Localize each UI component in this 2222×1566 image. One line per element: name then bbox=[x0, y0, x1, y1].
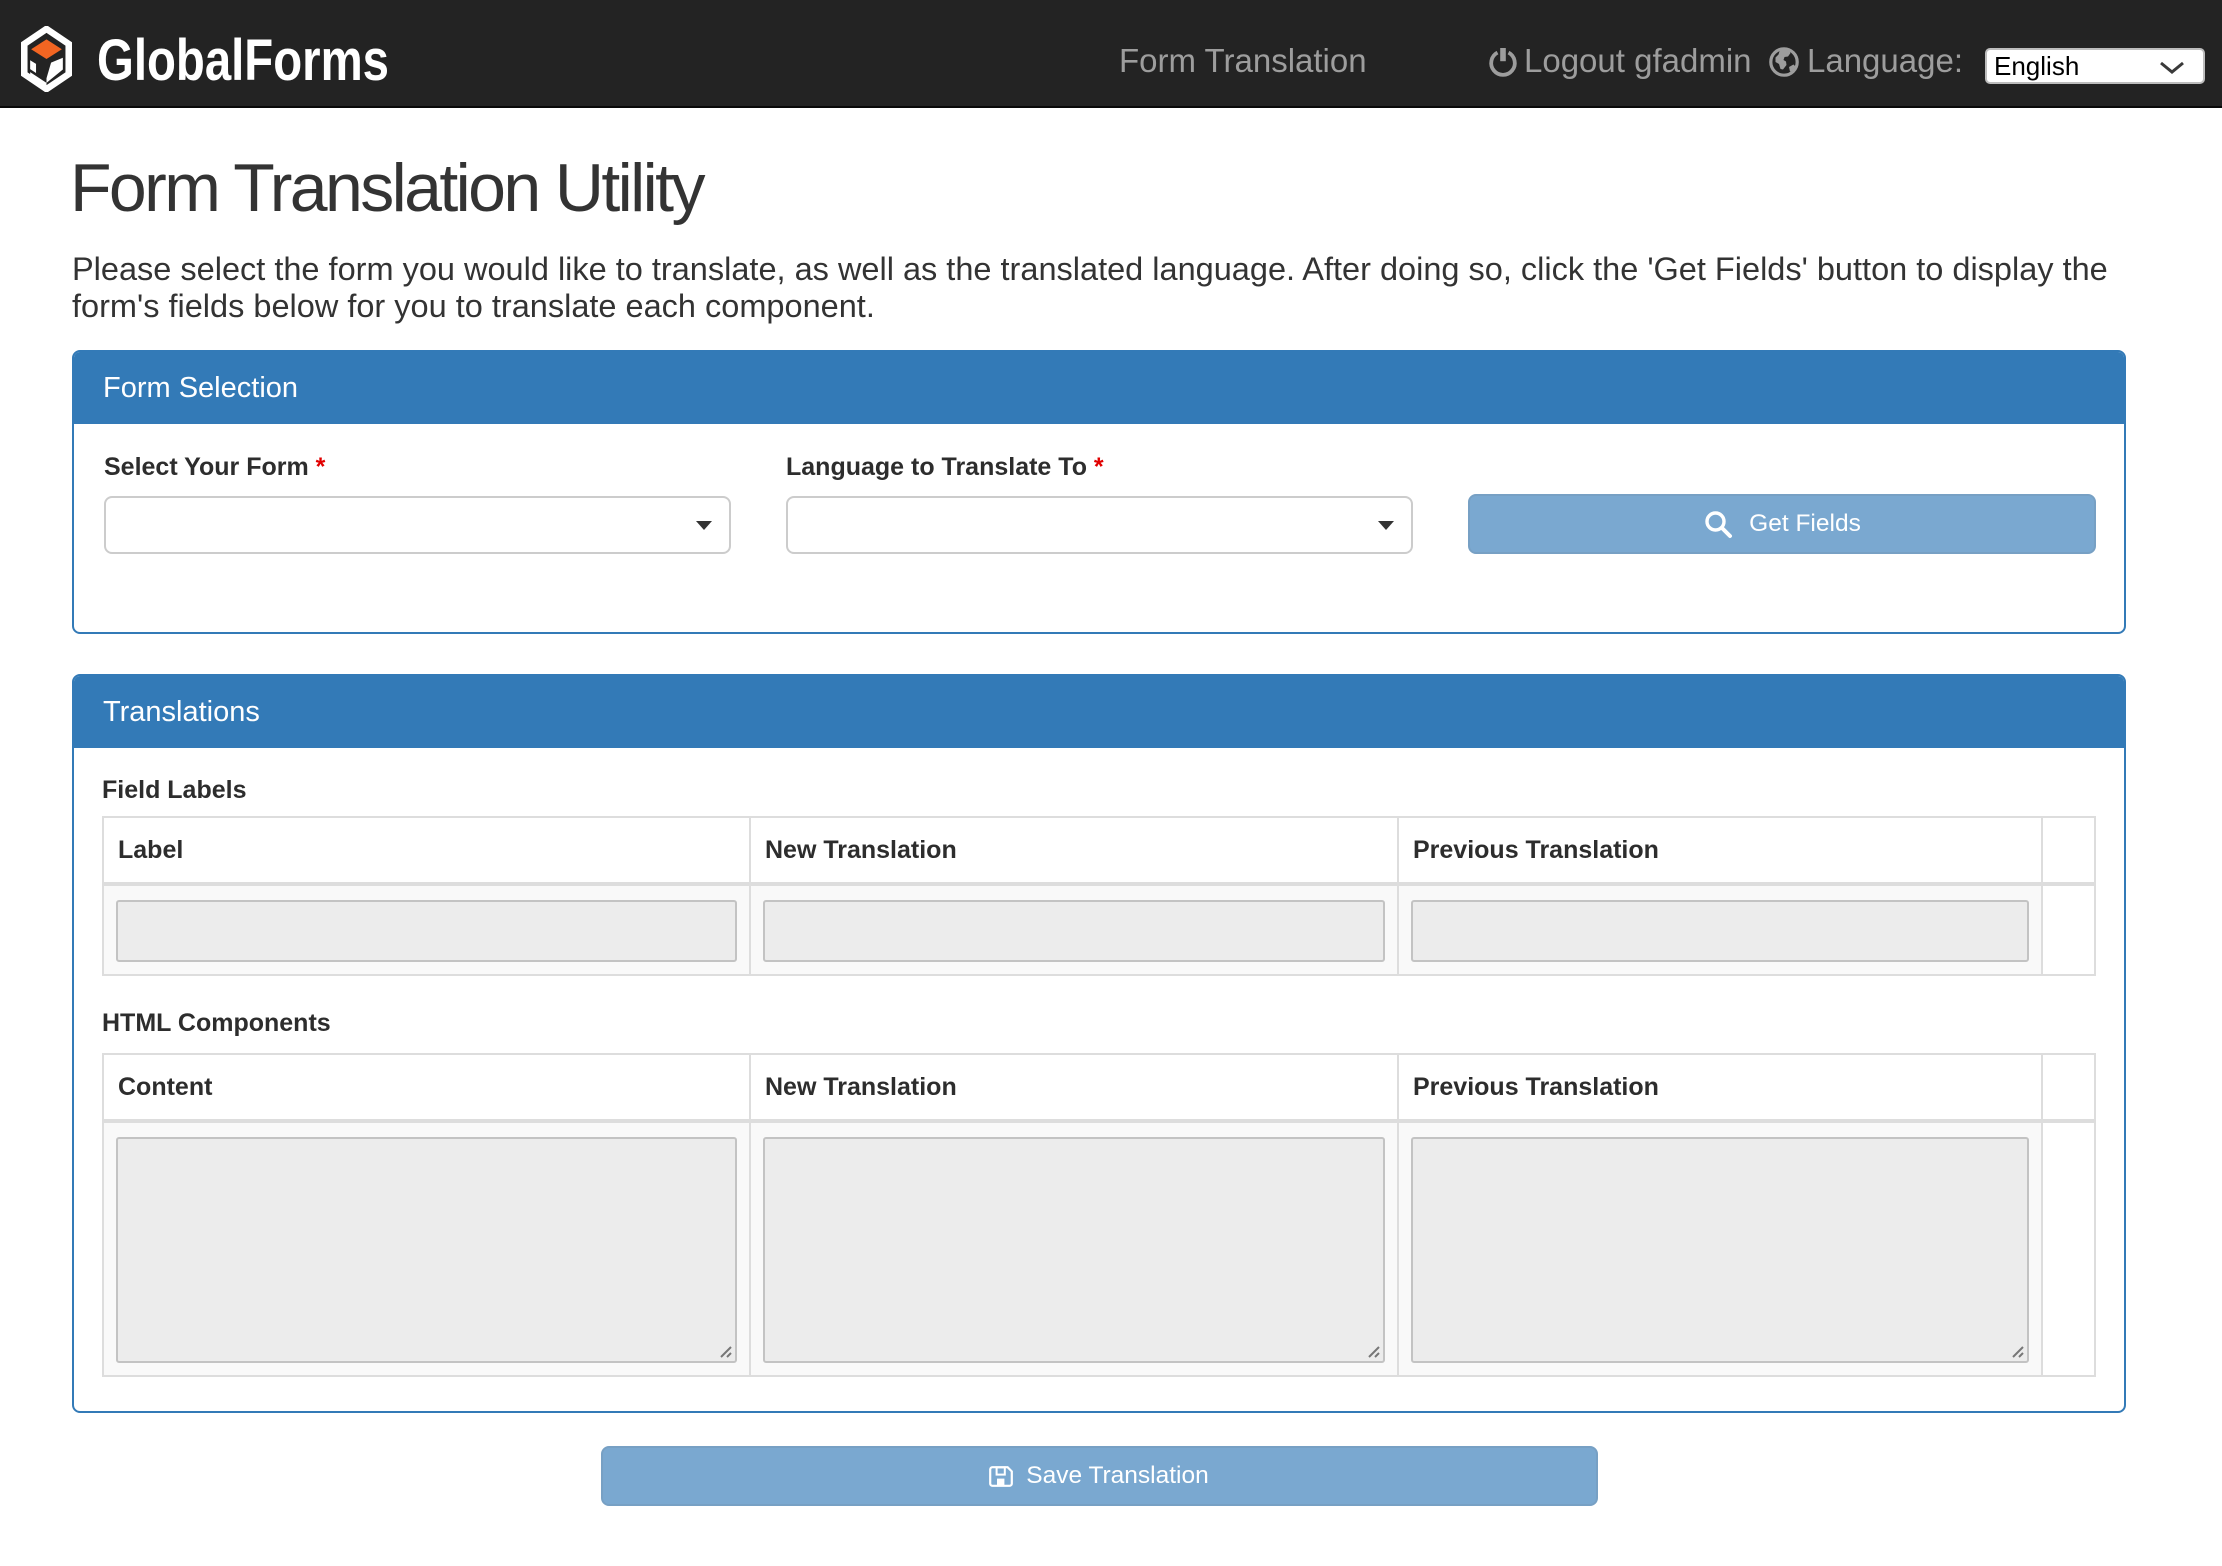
svg-text:GlobalForms: GlobalForms bbox=[97, 28, 389, 93]
